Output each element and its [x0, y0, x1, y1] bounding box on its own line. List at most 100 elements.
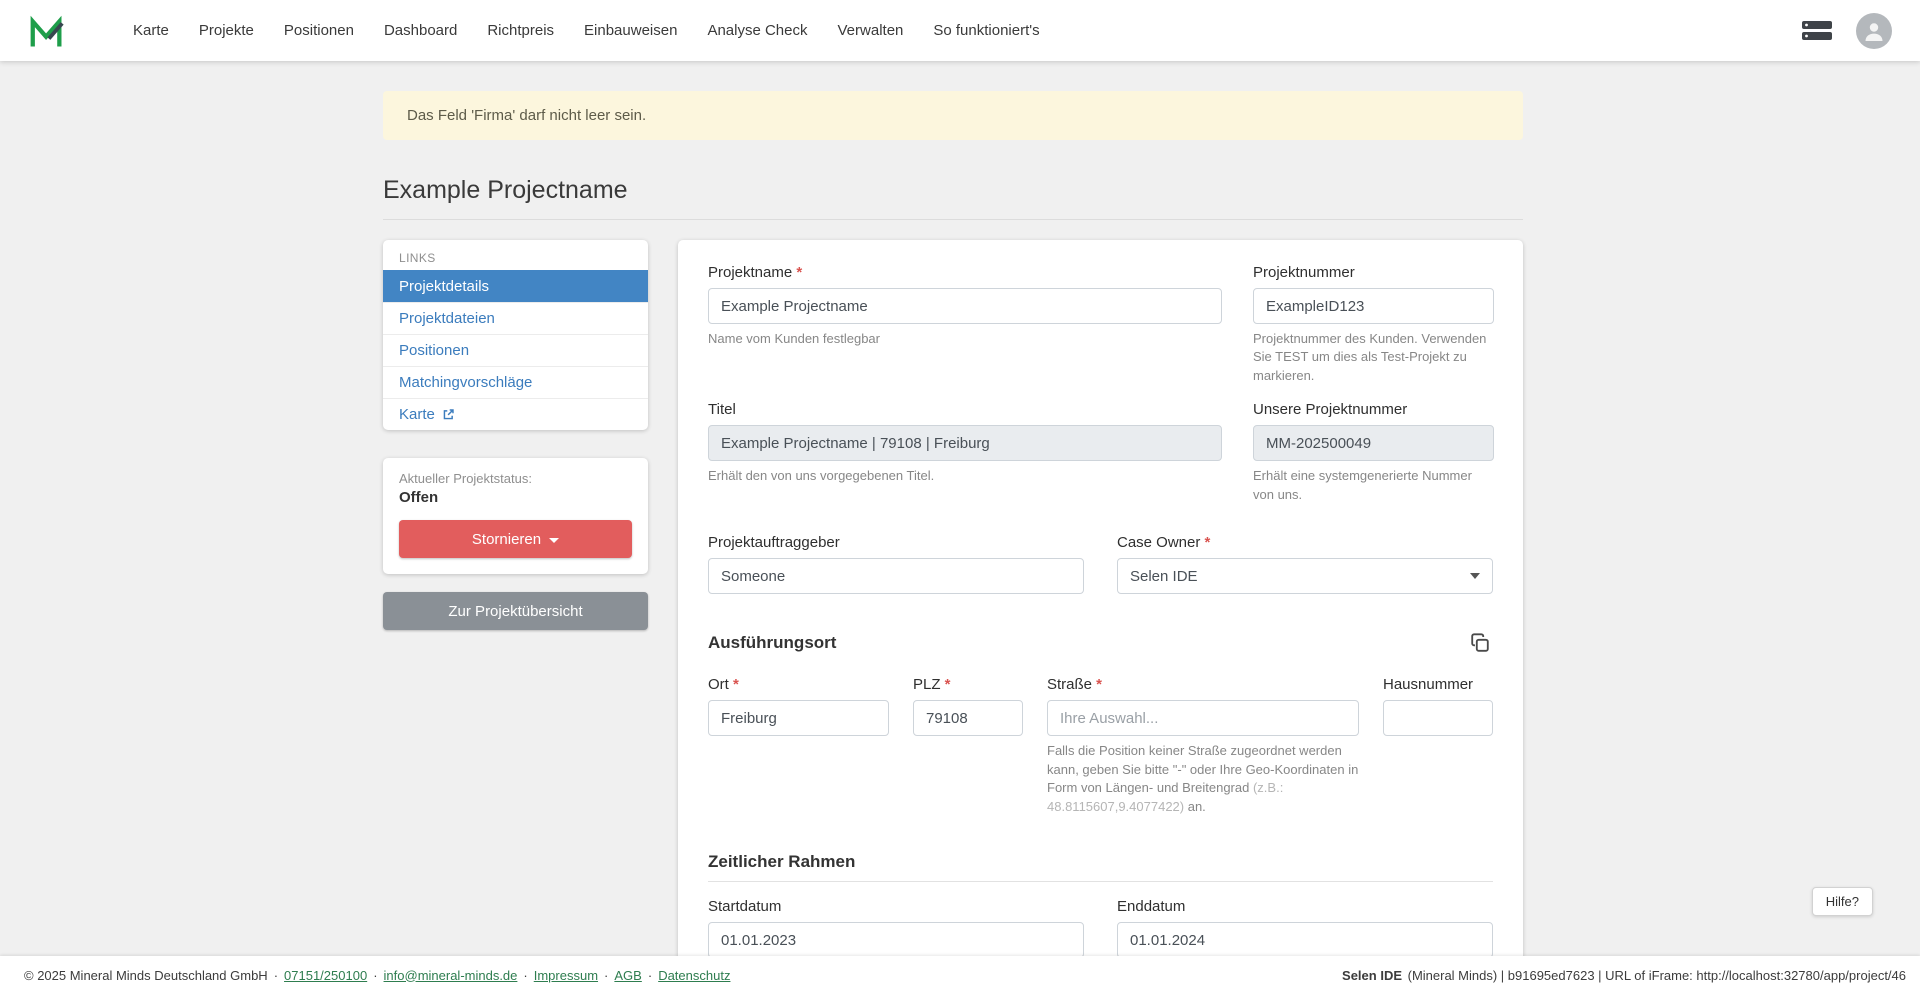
- hilfe-button[interactable]: Hilfe?: [1812, 887, 1873, 916]
- zeitlicher-rahmen-section-title: Zeitlicher Rahmen: [708, 852, 1493, 872]
- titel-input: [708, 425, 1222, 461]
- nav-item-positionen[interactable]: Positionen: [269, 13, 369, 48]
- sidebar-item-projektdateien[interactable]: Projektdateien: [383, 302, 648, 334]
- separator: ·: [604, 968, 608, 983]
- links-header: LINKS: [383, 240, 648, 270]
- startdatum-input[interactable]: [708, 922, 1084, 958]
- sidebar-item-label: Matchingvorschläge: [399, 373, 532, 392]
- navbar-right: [1802, 13, 1892, 49]
- strasse-helper-text: Falls die Position keiner Straße zugeord…: [1047, 743, 1358, 795]
- sidebar-item-karte[interactable]: Karte: [383, 398, 648, 430]
- enddatum-input[interactable]: [1117, 922, 1493, 958]
- nav-item-projekte[interactable]: Projekte: [184, 13, 269, 48]
- footer-left: © 2025 Mineral Minds Deutschland GmbH · …: [24, 968, 730, 983]
- separator: ·: [373, 968, 377, 983]
- nav-item-verwalten[interactable]: Verwalten: [823, 13, 919, 48]
- strasse-field: Straße: [1047, 676, 1359, 736]
- sidebar-item-label: Projektdateien: [399, 309, 495, 328]
- sidebar-item-positionen[interactable]: Positionen: [383, 334, 648, 366]
- main-content: Das Feld 'Firma' darf nicht leer sein. E…: [0, 61, 1920, 956]
- projektnummer-helper: Projektnummer des Kunden. Verwenden Sie …: [1253, 330, 1494, 385]
- nav-item-dashboard[interactable]: Dashboard: [369, 13, 472, 48]
- ausfuehrungsort-section: Ausführungsort: [708, 630, 1493, 656]
- projektauftraggeber-label: Projektauftraggeber: [708, 534, 1084, 551]
- impressum-link[interactable]: Impressum: [534, 968, 598, 983]
- server-icon[interactable]: [1802, 20, 1832, 41]
- logo-icon: [28, 12, 66, 50]
- stornieren-label: Stornieren: [472, 531, 541, 548]
- ort-field: Ort: [708, 676, 889, 736]
- nav-item-karte[interactable]: Karte: [118, 13, 184, 48]
- footer-user: Selen IDE: [1342, 968, 1402, 983]
- plz-input[interactable]: [913, 700, 1023, 736]
- title-divider: [383, 219, 1523, 220]
- copy-icon[interactable]: [1467, 630, 1493, 656]
- project-details-form: Projektname Name vom Kunden festlegbar P…: [678, 240, 1523, 986]
- strasse-input[interactable]: [1047, 700, 1359, 736]
- sidebar: LINKS Projektdetails Projektdateien Posi…: [383, 240, 648, 630]
- projektnummer-label: Projektnummer: [1253, 264, 1494, 281]
- projektname-label: Projektname: [708, 264, 1222, 281]
- ort-label: Ort: [708, 676, 889, 693]
- links-card: LINKS Projektdetails Projektdateien Posi…: [383, 240, 648, 430]
- projektnummer-input[interactable]: [1253, 288, 1494, 324]
- unsere-projektnummer-input: [1253, 425, 1494, 461]
- project-status-card: Aktueller Projektstatus: Offen Storniere…: [383, 458, 648, 574]
- unsere-projektnummer-helper: Erhält eine systemgenerierte Nummer von …: [1253, 467, 1494, 504]
- hausnummer-field: Hausnummer: [1383, 676, 1493, 736]
- footer: © 2025 Mineral Minds Deutschland GmbH · …: [0, 956, 1920, 994]
- status-value: Offen: [399, 489, 632, 506]
- select-caret-icon: [1470, 573, 1480, 579]
- hausnummer-input[interactable]: [1383, 700, 1493, 736]
- sidebar-item-label: Positionen: [399, 341, 469, 360]
- startdatum-field: Startdatum: [708, 898, 1084, 958]
- email-link[interactable]: info@mineral-minds.de: [384, 968, 518, 983]
- titel-label: Titel: [708, 401, 1222, 418]
- ausfuehrungsort-section-title: Ausführungsort: [708, 633, 836, 653]
- strasse-helper: Falls die Position keiner Straße zugeord…: [1047, 742, 1359, 816]
- datenschutz-link[interactable]: Datenschutz: [658, 968, 730, 983]
- footer-session-text: (Mineral Minds) | b91695ed7623 | URL of …: [1404, 968, 1906, 983]
- nav-item-so-funktionierts[interactable]: So funktioniert's: [918, 13, 1054, 48]
- projektauftraggeber-field: Projektauftraggeber: [708, 534, 1084, 594]
- top-navbar: Karte Projekte Positionen Dashboard Rich…: [0, 0, 1920, 61]
- external-link-icon: [442, 408, 455, 421]
- strasse-helper-suffix: an.: [1184, 799, 1206, 814]
- user-avatar[interactable]: [1856, 13, 1892, 49]
- stornieren-button[interactable]: Stornieren: [399, 520, 632, 558]
- titel-field: Titel Erhält den von uns vorgegebenen Ti…: [708, 401, 1222, 504]
- hausnummer-label: Hausnummer: [1383, 676, 1493, 693]
- case-owner-label: Case Owner: [1117, 534, 1493, 551]
- sidebar-item-projektdetails[interactable]: Projektdetails: [383, 270, 648, 302]
- page-title: Example Projectname: [383, 176, 1523, 205]
- projektname-input[interactable]: [708, 288, 1222, 324]
- caret-down-icon: [549, 538, 559, 543]
- phone-link[interactable]: 07151/250100: [284, 968, 367, 983]
- case-owner-select[interactable]: Selen IDE: [1117, 558, 1493, 594]
- unsere-projektnummer-field: Unsere Projektnummer Erhält eine systemg…: [1253, 401, 1494, 504]
- titel-helper: Erhält den von uns vorgegebenen Titel.: [708, 467, 1222, 485]
- logo[interactable]: [28, 12, 66, 50]
- startdatum-label: Startdatum: [708, 898, 1084, 915]
- sidebar-item-label: Karte: [399, 405, 435, 424]
- status-label: Aktueller Projektstatus:: [399, 471, 632, 486]
- projektname-field: Projektname Name vom Kunden festlegbar: [708, 264, 1222, 385]
- zur-projektuebersicht-button[interactable]: Zur Projektübersicht: [383, 592, 648, 630]
- case-owner-selected-value: Selen IDE: [1130, 568, 1198, 585]
- separator: ·: [523, 968, 527, 983]
- unsere-projektnummer-label: Unsere Projektnummer: [1253, 401, 1494, 418]
- projektauftraggeber-input[interactable]: [708, 558, 1084, 594]
- ort-input[interactable]: [708, 700, 889, 736]
- zeitlicher-rahmen-section: Zeitlicher Rahmen: [708, 852, 1493, 882]
- agb-link[interactable]: AGB: [614, 968, 641, 983]
- alert-banner: Das Feld 'Firma' darf nicht leer sein.: [383, 91, 1523, 140]
- copyright-text: © 2025 Mineral Minds Deutschland GmbH: [24, 968, 268, 983]
- nav-item-richtpreis[interactable]: Richtpreis: [472, 13, 569, 48]
- nav-item-einbauweisen[interactable]: Einbauweisen: [569, 13, 692, 48]
- footer-session-info: Selen IDE (Mineral Minds) | b91695ed7623…: [1342, 968, 1906, 983]
- enddatum-field: Enddatum: [1117, 898, 1493, 958]
- section-divider: [708, 881, 1493, 882]
- sidebar-item-matchingvorschlaege[interactable]: Matchingvorschläge: [383, 366, 648, 398]
- nav-item-analyse-check[interactable]: Analyse Check: [692, 13, 822, 48]
- enddatum-label: Enddatum: [1117, 898, 1493, 915]
